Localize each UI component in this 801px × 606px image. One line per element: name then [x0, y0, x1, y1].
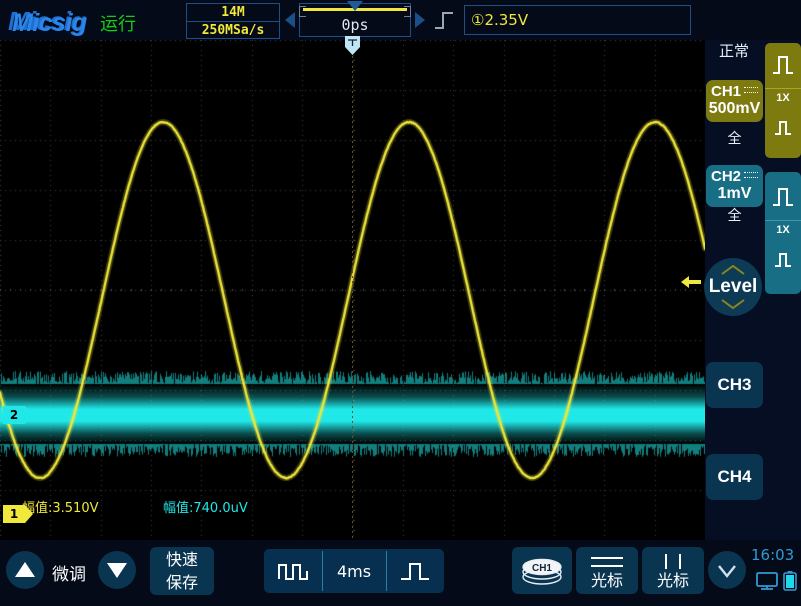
svg-text:CH1: CH1	[532, 563, 552, 574]
ch1-label: CH1	[711, 83, 741, 100]
ch1-probe-label[interactable]: 1X	[765, 92, 801, 104]
pulse-icon[interactable]	[771, 186, 795, 208]
horizontal-cursor-button[interactable]: 光标	[576, 547, 638, 594]
divider	[765, 220, 801, 221]
ch1-scale: 500mV	[706, 100, 763, 118]
pulse-icon[interactable]	[771, 116, 795, 138]
pulse-icon[interactable]	[771, 248, 795, 270]
trigger-level-label: ①2.35V	[471, 11, 528, 29]
decrease-button[interactable]	[98, 551, 136, 589]
battery-icon	[784, 571, 796, 590]
divider	[765, 88, 801, 89]
fine-tune-label[interactable]: 微调	[52, 560, 86, 585]
trigger-level-arrow-icon[interactable]	[681, 275, 701, 289]
increase-button[interactable]	[6, 551, 44, 589]
position-pointer-icon	[347, 1, 363, 11]
measurement-ch2[interactable]: 幅值:740.0uV	[163, 497, 248, 516]
timebase-value-button[interactable]: 4ms	[322, 549, 386, 593]
horizontal-cursor-label: 光标	[576, 567, 638, 591]
oscilloscope-screen: Micsig Micsig 运行 14M 250MSa/s 0ps ①2.35V	[0, 0, 801, 606]
rising-edge-icon[interactable]	[432, 9, 456, 31]
dc-coupling-icon	[744, 87, 758, 93]
vertical-cursor-button[interactable]: 光标	[642, 547, 704, 594]
pulse-icon	[399, 561, 431, 581]
ch2-label: CH2	[711, 168, 741, 185]
measurement-ch1[interactable]: 幅值:3.510V	[22, 497, 99, 516]
brand-logo: Micsig	[12, 9, 87, 38]
memory-depth-value: 14M	[187, 4, 279, 21]
run-state-label: 运行	[100, 10, 136, 36]
probe-attenuation-column: 1X 1X	[763, 40, 801, 540]
horizontal-position-value: 0ps	[285, 16, 425, 34]
trigger-level-box[interactable]: ①2.35V	[464, 5, 691, 35]
channel-stack-button[interactable]: CH1	[512, 547, 572, 594]
timebase-zoom-out-button[interactable]	[264, 549, 322, 593]
vertical-cursor-label: 光标	[642, 567, 704, 591]
system-status-icons	[756, 570, 798, 592]
clock-label: 16:03	[751, 546, 794, 564]
quick-save-line2: 保存	[150, 571, 214, 594]
chevron-down-icon	[708, 551, 746, 589]
sample-rate-value: 250MSa/s	[187, 21, 279, 39]
trigger-position-line	[352, 56, 353, 540]
ch1-bandwidth-label[interactable]: 全	[706, 128, 763, 148]
level-button-label: Level	[704, 276, 762, 298]
ch1-button[interactable]: CH1 500mV	[706, 80, 763, 122]
timebase-zoom-in-button[interactable]	[386, 549, 444, 593]
ch4-button[interactable]: CH4	[706, 454, 763, 500]
ch2-button[interactable]: CH2 1mV	[706, 165, 763, 207]
quick-save-line1: 快速	[150, 548, 214, 571]
trigger-T-icon[interactable]	[344, 36, 361, 56]
channel-stack-icon: CH1	[518, 555, 566, 587]
trigger-level-button[interactable]: Level	[704, 258, 762, 316]
ch2-scale: 1mV	[706, 185, 763, 203]
quick-save-button[interactable]: 快速 保存	[150, 547, 214, 595]
timebase-value: 4ms	[322, 562, 386, 581]
expand-menu-button[interactable]	[708, 551, 746, 589]
ch3-button[interactable]: CH3	[706, 362, 763, 408]
ch2-bandwidth-label[interactable]: 全	[706, 205, 763, 225]
triangle-down-icon	[98, 551, 136, 589]
ch2-probe-label[interactable]: 1X	[765, 224, 801, 236]
top-status-bar: Micsig Micsig 运行 14M 250MSa/s 0ps ①2.35V	[0, 0, 801, 40]
triangle-up-icon	[6, 551, 44, 589]
pulse-icon[interactable]	[771, 54, 795, 76]
ch2-ground-marker[interactable]: 2	[3, 406, 25, 424]
horizontal-position-nav[interactable]: 0ps	[285, 3, 425, 37]
monitor-icon	[757, 573, 777, 589]
timebase-group: 4ms	[264, 549, 444, 593]
square-wave-icon	[277, 561, 311, 581]
memory-depth-block[interactable]: 14M 250MSa/s	[186, 3, 280, 39]
trigger-mode-label[interactable]: 正常	[705, 40, 763, 61]
dc-coupling-icon	[744, 172, 758, 178]
